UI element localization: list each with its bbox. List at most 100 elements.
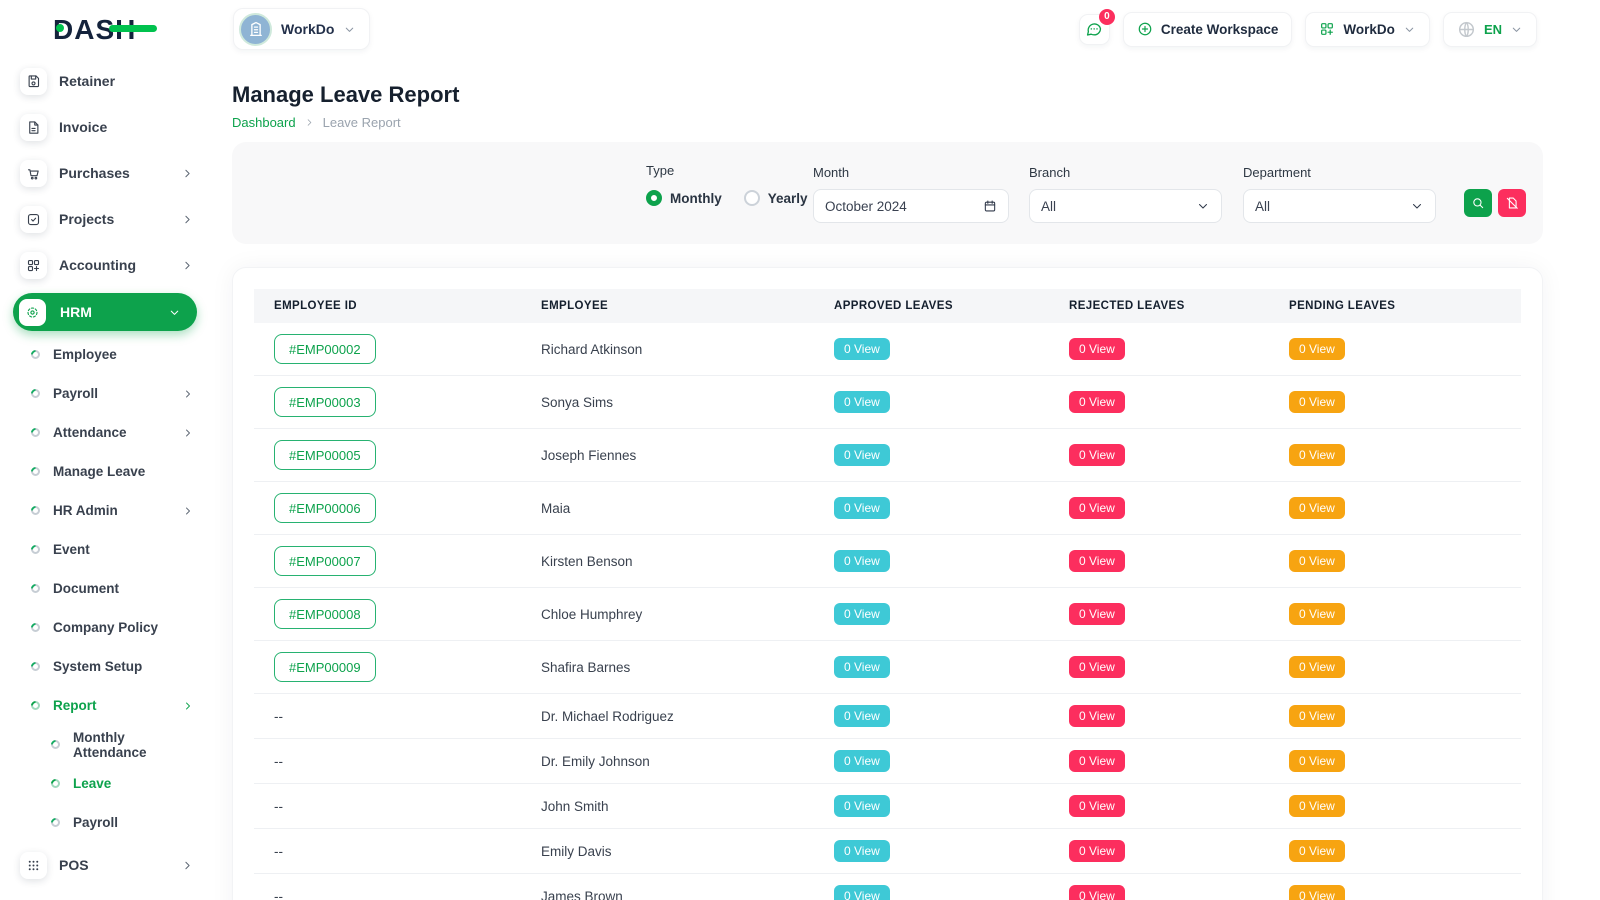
sidebar-item[interactable]: Purchases <box>0 150 210 196</box>
rejected-leaves-badge[interactable]: 0 View <box>1069 750 1125 772</box>
employee-id-chip[interactable]: #EMP00002 <box>274 334 376 364</box>
table-row: -- Dr. Michael Rodriguez 0 View 0 View 0… <box>254 694 1521 739</box>
pending-leaves-badge[interactable]: 0 View <box>1289 391 1345 413</box>
pending-leaves-badge[interactable]: 0 View <box>1289 444 1345 466</box>
rejected-leaves-badge[interactable]: 0 View <box>1069 885 1125 900</box>
sidebar-subitem[interactable]: Employee <box>0 335 210 374</box>
workspace-switcher[interactable]: WorkDo <box>233 8 370 50</box>
sidebar-item[interactable]: Projects <box>0 196 210 242</box>
rejected-leaves-badge[interactable]: 0 View <box>1069 656 1125 678</box>
employee-id-chip: -- <box>274 799 283 814</box>
bullet-icon <box>49 738 62 751</box>
employee-name: Richard Atkinson <box>521 331 814 368</box>
pending-leaves-badge[interactable]: 0 View <box>1289 550 1345 572</box>
pending-leaves-badge[interactable]: 0 View <box>1289 338 1345 360</box>
employee-name: Shafira Barnes <box>521 649 814 686</box>
sidebar-item-hrm[interactable]: HRM <box>13 293 197 331</box>
rejected-leaves-badge[interactable]: 0 View <box>1069 550 1125 572</box>
pending-leaves-badge[interactable]: 0 View <box>1289 795 1345 817</box>
sidebar-item-label: Invoice <box>59 119 107 135</box>
employee-id-chip[interactable]: #EMP00008 <box>274 599 376 629</box>
table-row: -- Dr. Emily Johnson 0 View 0 View 0 Vie… <box>254 739 1521 784</box>
employee-id-chip[interactable]: #EMP00009 <box>274 652 376 682</box>
employee-name: Maia <box>521 490 814 527</box>
sidebar-item[interactable]: Accounting <box>0 242 210 288</box>
employee-id-chip[interactable]: #EMP00005 <box>274 440 376 470</box>
approved-leaves-badge[interactable]: 0 View <box>834 885 890 900</box>
branch-select[interactable]: All <box>1029 189 1222 223</box>
dash-logo: DASH <box>51 10 159 48</box>
sidebar-item-icon <box>26 258 41 273</box>
sidebar-item[interactable]: Invoice <box>0 104 210 150</box>
calendar-icon[interactable] <box>983 199 997 213</box>
employee-id-chip[interactable]: #EMP00003 <box>274 387 376 417</box>
sidebar-subitem[interactable]: Document <box>0 569 210 608</box>
rejected-leaves-badge[interactable]: 0 View <box>1069 497 1125 519</box>
rejected-leaves-badge[interactable]: 0 View <box>1069 705 1125 727</box>
approved-leaves-badge[interactable]: 0 View <box>834 656 890 678</box>
radio-yearly[interactable]: Yearly <box>744 190 808 206</box>
branch-value: All <box>1041 199 1196 214</box>
employee-name: Joseph Fiennes <box>521 437 814 474</box>
bullet-icon <box>49 816 62 829</box>
rejected-leaves-badge[interactable]: 0 View <box>1069 840 1125 862</box>
approved-leaves-badge[interactable]: 0 View <box>834 750 890 772</box>
sidebar-subsubitem[interactable]: Payroll <box>0 803 210 842</box>
sidebar-subitem[interactable]: Company Policy <box>0 608 210 647</box>
sidebar-item-icon <box>26 858 41 873</box>
sidebar-subsubitem[interactable]: Leave <box>0 764 210 803</box>
employee-id-chip[interactable]: #EMP00006 <box>274 493 376 523</box>
sidebar-item[interactable]: Retainer <box>0 58 210 104</box>
bullet-icon <box>29 426 42 439</box>
rejected-leaves-badge[interactable]: 0 View <box>1069 444 1125 466</box>
sidebar-subitem[interactable]: Report <box>0 686 210 725</box>
approved-leaves-badge[interactable]: 0 View <box>834 391 890 413</box>
pending-leaves-badge[interactable]: 0 View <box>1289 603 1345 625</box>
table-row: -- John Smith 0 View 0 View 0 View <box>254 784 1521 829</box>
workspace-name: WorkDo <box>281 21 334 37</box>
approved-leaves-badge[interactable]: 0 View <box>834 795 890 817</box>
rejected-leaves-badge[interactable]: 0 View <box>1069 603 1125 625</box>
radio-off-icon[interactable] <box>744 190 760 206</box>
approved-leaves-badge[interactable]: 0 View <box>834 338 890 360</box>
radio-on-icon[interactable] <box>646 190 662 206</box>
create-workspace-button[interactable]: Create Workspace <box>1123 12 1293 47</box>
messages-button[interactable]: 0 <box>1079 14 1110 45</box>
rejected-leaves-badge[interactable]: 0 View <box>1069 795 1125 817</box>
sidebar-subitem[interactable]: Attendance <box>0 413 210 452</box>
pending-leaves-badge[interactable]: 0 View <box>1289 840 1345 862</box>
approved-leaves-badge[interactable]: 0 View <box>834 497 890 519</box>
rejected-leaves-badge[interactable]: 0 View <box>1069 338 1125 360</box>
search-button[interactable] <box>1464 189 1492 217</box>
approved-leaves-badge[interactable]: 0 View <box>834 603 890 625</box>
pending-leaves-badge[interactable]: 0 View <box>1289 750 1345 772</box>
breadcrumb-dashboard-link[interactable]: Dashboard <box>232 115 296 130</box>
sidebar-subitem[interactable]: Payroll <box>0 374 210 413</box>
pending-leaves-badge[interactable]: 0 View <box>1289 656 1345 678</box>
approved-leaves-badge[interactable]: 0 View <box>834 840 890 862</box>
employee-id-chip[interactable]: #EMP00007 <box>274 546 376 576</box>
sidebar-subitem[interactable]: System Setup <box>0 647 210 686</box>
bullet-icon <box>29 465 42 478</box>
month-input[interactable]: October 2024 <box>813 189 1009 223</box>
sidebar-subitem[interactable]: Event <box>0 530 210 569</box>
pending-leaves-badge[interactable]: 0 View <box>1289 497 1345 519</box>
table-row: #EMP00006 Maia 0 View 0 View 0 View <box>254 482 1521 535</box>
language-selector[interactable]: EN <box>1443 12 1537 47</box>
sidebar-subitem[interactable]: Manage Leave <box>0 452 210 491</box>
workdo-menu-button[interactable]: WorkDo <box>1305 12 1430 47</box>
approved-leaves-badge[interactable]: 0 View <box>834 705 890 727</box>
pending-leaves-badge[interactable]: 0 View <box>1289 885 1345 900</box>
reset-filter-button[interactable] <box>1498 189 1526 217</box>
sidebar-subitem[interactable]: HR Admin <box>0 491 210 530</box>
approved-leaves-badge[interactable]: 0 View <box>834 444 890 466</box>
approved-leaves-badge[interactable]: 0 View <box>834 550 890 572</box>
chevron-down-icon <box>168 306 181 319</box>
sidebar-item[interactable]: POS <box>0 842 210 888</box>
department-label: Department <box>1243 165 1436 180</box>
pending-leaves-badge[interactable]: 0 View <box>1289 705 1345 727</box>
radio-monthly[interactable]: Monthly <box>646 190 722 206</box>
rejected-leaves-badge[interactable]: 0 View <box>1069 391 1125 413</box>
department-select[interactable]: All <box>1243 189 1436 223</box>
sidebar-subsubitem[interactable]: Monthly Attendance <box>0 725 210 764</box>
